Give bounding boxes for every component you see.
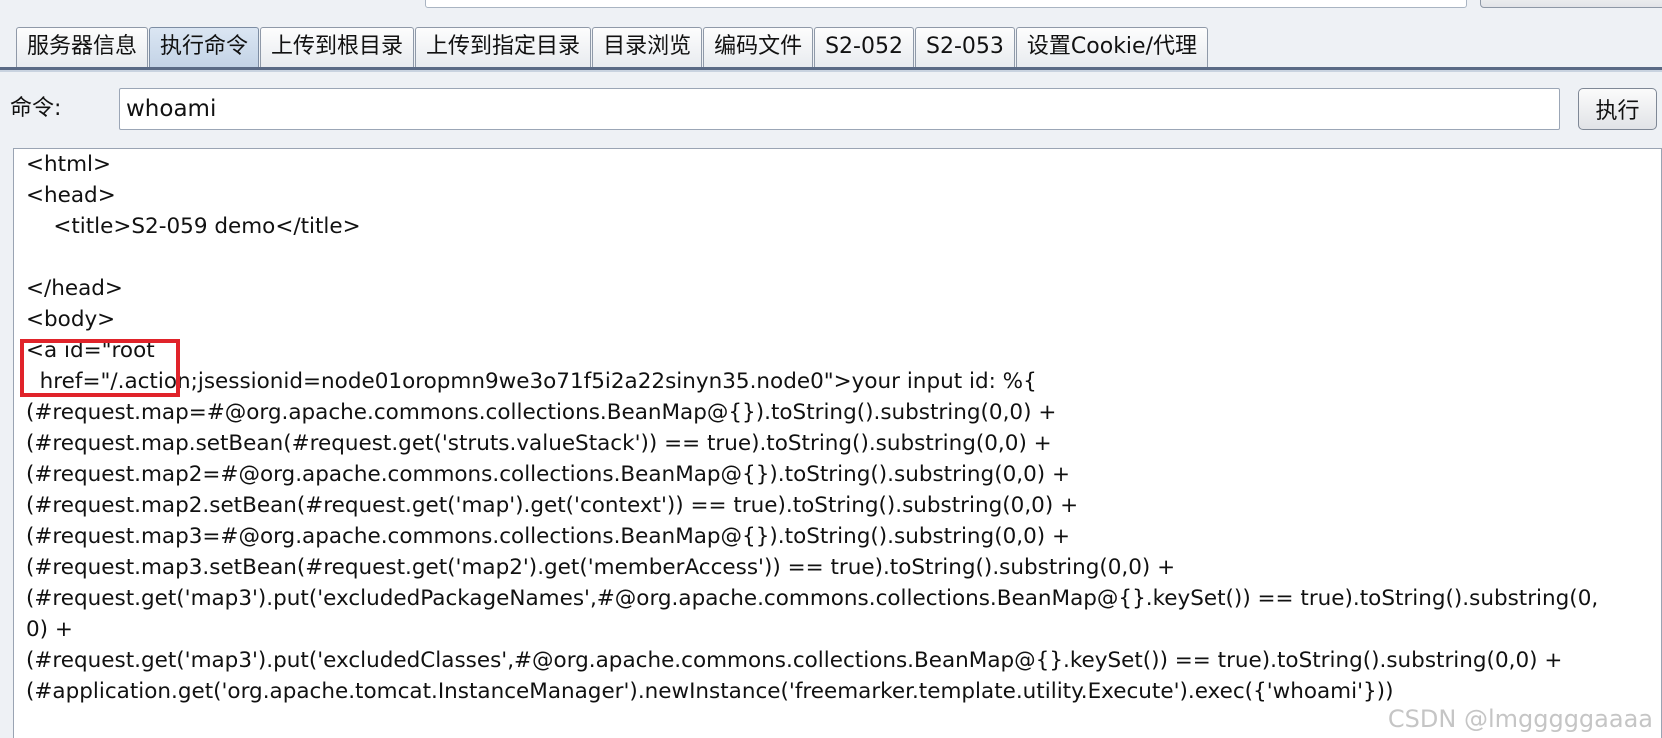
output-line: <html> (26, 152, 112, 177)
output-line: (#request.map=#@org.apache.commons.colle… (26, 400, 1057, 425)
output-line: 0) + (26, 617, 73, 642)
output-line: (#request.get('map3').put('excludedClass… (26, 648, 1563, 673)
result-highlight-box (20, 339, 180, 397)
output-line: (#request.map2=#@org.apache.commons.coll… (26, 462, 1071, 487)
tab-bar: 服务器信息 执行命令 上传到根目录 上传到指定目录 目录浏览 编码文件 S2-0… (16, 25, 1209, 67)
output-line: (#request.map3.setBean(#request.get('map… (26, 555, 1176, 580)
watermark: CSDN @lmgggggaaaa (1387, 705, 1653, 733)
output-line: (#request.map.setBean(#request.get('stru… (26, 431, 1052, 456)
output-line: </head> (26, 276, 123, 301)
url-field-fragment[interactable] (425, 0, 1467, 8)
command-input[interactable] (119, 88, 1560, 130)
tab-divider-shadow (0, 70, 1662, 72)
output-line: (#request.map2.setBean(#request.get('map… (26, 493, 1079, 518)
tab-server-info[interactable]: 服务器信息 (16, 27, 149, 67)
tab-execute-command[interactable]: 执行命令 (149, 27, 260, 67)
output-textarea[interactable]: <html> <head> <title>S2-059 demo</title>… (13, 148, 1662, 738)
execute-button[interactable]: 执行 (1578, 88, 1657, 130)
output-line: (#request.map3=#@org.apache.commons.coll… (26, 524, 1071, 549)
top-toolbar-fragment (0, 0, 1662, 22)
tab-browse-directory[interactable]: 目录浏览 (592, 27, 703, 67)
output-line: <body> (26, 307, 116, 332)
output-line: <head> (26, 183, 116, 208)
app-window: 服务器信息 执行命令 上传到根目录 上传到指定目录 目录浏览 编码文件 S2-0… (0, 0, 1662, 738)
tab-upload-directory[interactable]: 上传到指定目录 (415, 27, 592, 67)
tab-upload-root[interactable]: 上传到根目录 (260, 27, 415, 67)
tab-encode-file[interactable]: 编码文件 (703, 27, 814, 67)
tab-s2-052[interactable]: S2-052 (814, 27, 914, 67)
output-line: <title>S2-059 demo</title> (26, 214, 361, 239)
output-line: (#request.get('map3').put('excludedPacka… (26, 586, 1599, 611)
tab-s2-053[interactable]: S2-053 (915, 27, 1015, 67)
output-line: (#application.get('org.apache.tomcat.Ins… (26, 679, 1394, 704)
top-button-fragment[interactable] (1480, 0, 1662, 8)
tab-cookie-proxy[interactable]: 设置Cookie/代理 (1015, 27, 1208, 67)
command-label: 命令: (10, 96, 62, 121)
